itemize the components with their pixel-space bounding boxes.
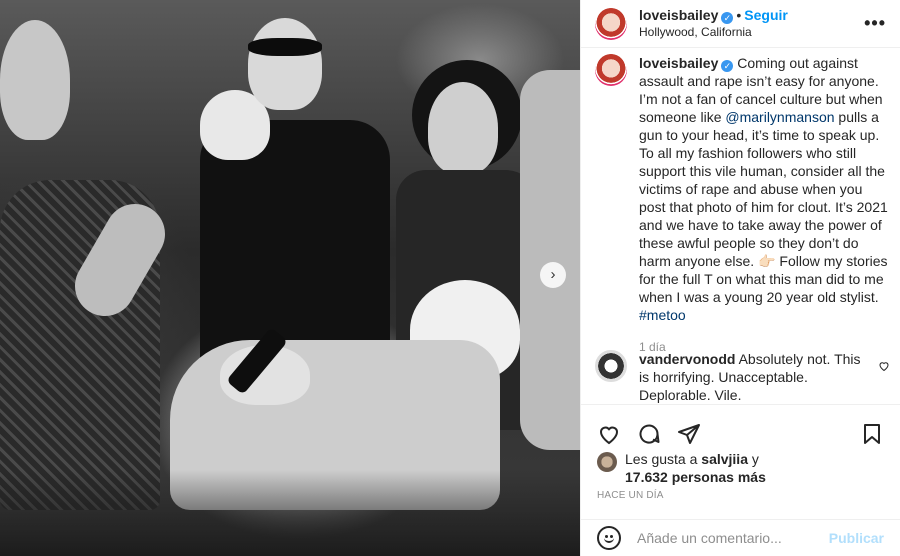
likes-conjunction: y (747, 451, 759, 467)
photo-figure-right-edge (520, 70, 580, 450)
caption-text: loveisbailey ✓ Coming out against assault… (639, 54, 890, 324)
more-options-icon[interactable]: ••• (864, 13, 886, 34)
photo-figure-head-right (428, 82, 498, 174)
post-header: loveisbailey ✓ • Seguir Hollywood, Californ… (581, 0, 900, 48)
location-link[interactable]: Hollywood, California (639, 24, 864, 41)
publish-button[interactable]: Publicar (829, 530, 884, 546)
avatar[interactable] (595, 350, 627, 382)
share-icon[interactable] (675, 420, 703, 448)
action-bar (581, 404, 900, 452)
post-header-text: loveisbailey ✓ • Seguir Hollywood, Californ… (639, 7, 864, 41)
verified-badge-icon: ✓ (721, 60, 734, 72)
separator-dot: • (736, 6, 742, 23)
likes-user-link[interactable]: salvjiia (701, 451, 748, 467)
comment-username[interactable]: vandervonodd (639, 351, 735, 367)
likes-prefix: Les gusta a (625, 451, 702, 467)
photo-figure-left-head (0, 20, 70, 140)
post-photo[interactable]: › (0, 0, 580, 556)
avatar[interactable] (595, 7, 627, 40)
photo-bottom-shade (0, 470, 580, 556)
avatar[interactable] (595, 54, 627, 86)
comment-row: vandervonodd Absolutely not. This is hor… (595, 350, 890, 404)
verified-badge-icon: ✓ (721, 11, 734, 24)
likes-summary: Les gusta a salvjiia y 17.632 personas m… (597, 450, 890, 486)
caption-section: loveisbailey ✓ Coming out against assault… (595, 54, 890, 354)
post-timestamp[interactable]: HACE UN DÍA (597, 490, 664, 501)
chevron-right-icon[interactable]: › (540, 262, 566, 288)
comment-input[interactable] (637, 530, 829, 546)
avatar[interactable] (597, 452, 617, 472)
caption-username[interactable]: loveisbailey (639, 55, 718, 71)
likes-count-link[interactable]: 17.632 personas más (625, 469, 766, 485)
comment-icon[interactable] (635, 420, 663, 448)
comment-text: vandervonodd Absolutely not. This is hor… (639, 350, 872, 404)
photo-mask (248, 38, 322, 56)
caption-text-part2: pulls a gun to your head, it’s time to s… (639, 109, 888, 305)
post-sidebar: loveisbailey ✓ • Seguir Hollywood, Californ… (580, 0, 900, 556)
likes-text: Les gusta a salvjiia y 17.632 personas m… (625, 450, 766, 486)
username-link[interactable]: loveisbailey (639, 7, 718, 23)
heart-icon[interactable] (878, 360, 890, 372)
follow-button[interactable]: Seguir (744, 7, 788, 23)
emoji-icon[interactable] (597, 526, 621, 550)
heart-icon[interactable] (595, 420, 623, 448)
photo-figure-head-center (248, 18, 322, 110)
mention-link[interactable]: @marilynmanson (725, 109, 834, 125)
add-comment-bar: Publicar (581, 519, 900, 556)
bookmark-icon[interactable] (858, 420, 886, 448)
hashtag-link[interactable]: #metoo (639, 307, 686, 323)
